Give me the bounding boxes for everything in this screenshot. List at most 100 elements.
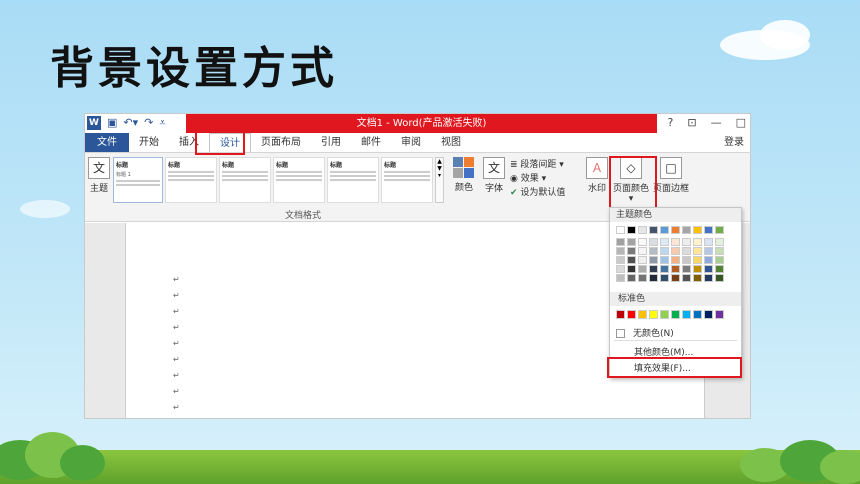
sign-in-link[interactable]: 登录 bbox=[724, 133, 744, 152]
theme-color-swatch[interactable] bbox=[693, 265, 702, 273]
theme-color-swatch[interactable] bbox=[715, 226, 724, 234]
theme-color-swatch[interactable] bbox=[616, 238, 625, 246]
style-thumbnail[interactable]: 标题 bbox=[165, 157, 217, 203]
theme-color-swatch[interactable] bbox=[638, 226, 647, 234]
tab-references[interactable]: 引用 bbox=[311, 133, 351, 152]
set-default-button[interactable]: ✔ 设为默认值 bbox=[510, 186, 565, 200]
theme-color-swatch[interactable] bbox=[682, 247, 691, 255]
theme-color-swatch[interactable] bbox=[616, 265, 625, 273]
theme-color-swatch[interactable] bbox=[671, 256, 680, 264]
theme-color-swatch[interactable] bbox=[649, 238, 658, 246]
theme-color-swatch[interactable] bbox=[627, 226, 636, 234]
themes-button[interactable]: 文 主题 bbox=[87, 157, 111, 194]
theme-color-swatch[interactable] bbox=[616, 256, 625, 264]
theme-color-swatch[interactable] bbox=[671, 226, 680, 234]
effects-button[interactable]: ◉ 效果 ▾ bbox=[510, 172, 565, 186]
theme-color-swatch[interactable] bbox=[704, 226, 713, 234]
theme-color-swatch[interactable] bbox=[660, 238, 669, 246]
theme-color-swatch[interactable] bbox=[704, 265, 713, 273]
theme-color-swatch[interactable] bbox=[693, 226, 702, 234]
tab-review[interactable]: 审阅 bbox=[391, 133, 431, 152]
theme-color-swatch[interactable] bbox=[616, 226, 625, 234]
theme-color-swatch[interactable] bbox=[660, 256, 669, 264]
standard-color-swatch[interactable] bbox=[638, 310, 647, 319]
theme-color-swatch[interactable] bbox=[660, 226, 669, 234]
tab-home[interactable]: 开始 bbox=[129, 133, 169, 152]
no-color-option[interactable]: 无颜色(N) bbox=[616, 326, 674, 339]
theme-color-swatch[interactable] bbox=[715, 265, 724, 273]
theme-color-swatch[interactable] bbox=[627, 247, 636, 255]
tab-view[interactable]: 视图 bbox=[431, 133, 471, 152]
undo-icon[interactable]: ↶▾ bbox=[123, 116, 138, 130]
style-thumbnail[interactable]: 标题 bbox=[381, 157, 433, 203]
tab-file[interactable]: 文件 bbox=[85, 133, 129, 152]
minimize-icon[interactable]: — bbox=[711, 116, 722, 129]
theme-color-swatch[interactable] bbox=[638, 274, 647, 282]
page-borders-button[interactable]: □ 页面边框 bbox=[653, 157, 689, 194]
tab-page-layout[interactable]: 页面布局 bbox=[251, 133, 311, 152]
standard-color-swatch[interactable] bbox=[693, 310, 702, 319]
theme-color-swatch[interactable] bbox=[715, 247, 724, 255]
standard-color-swatch[interactable] bbox=[660, 310, 669, 319]
standard-color-swatch[interactable] bbox=[649, 310, 658, 319]
watermark-button[interactable]: A 水印 bbox=[585, 157, 609, 194]
standard-color-swatch[interactable] bbox=[682, 310, 691, 319]
style-thumbnail[interactable]: 标题 bbox=[219, 157, 271, 203]
theme-color-swatch[interactable] bbox=[682, 265, 691, 273]
theme-color-swatch[interactable] bbox=[627, 256, 636, 264]
theme-color-swatch[interactable] bbox=[616, 274, 625, 282]
theme-color-swatch[interactable] bbox=[715, 256, 724, 264]
theme-color-swatch[interactable] bbox=[616, 247, 625, 255]
tab-mailings[interactable]: 邮件 bbox=[351, 133, 391, 152]
theme-color-swatch[interactable] bbox=[671, 238, 680, 246]
theme-color-swatch[interactable] bbox=[682, 256, 691, 264]
fonts-button[interactable]: 文 字体 bbox=[481, 157, 507, 194]
ribbon-display-icon[interactable]: ⊡ bbox=[687, 116, 696, 129]
standard-color-swatch[interactable] bbox=[616, 310, 625, 319]
paragraph-spacing-button[interactable]: ≣ 段落间距 ▾ bbox=[510, 158, 565, 172]
help-icon[interactable]: ? bbox=[668, 116, 674, 129]
colors-button[interactable]: 颜色 bbox=[451, 157, 477, 193]
save-icon[interactable]: ▣ bbox=[107, 116, 117, 130]
theme-color-swatch[interactable] bbox=[649, 256, 658, 264]
theme-color-swatch[interactable] bbox=[649, 274, 658, 282]
theme-color-swatch[interactable] bbox=[671, 247, 680, 255]
theme-color-swatch[interactable] bbox=[715, 238, 724, 246]
theme-color-swatch[interactable] bbox=[638, 247, 647, 255]
theme-color-swatch[interactable] bbox=[682, 238, 691, 246]
customize-qat-icon[interactable]: ⩡ bbox=[159, 116, 165, 130]
theme-color-swatch[interactable] bbox=[693, 274, 702, 282]
standard-color-swatch[interactable] bbox=[704, 310, 713, 319]
theme-color-swatch[interactable] bbox=[704, 274, 713, 282]
theme-color-swatch[interactable] bbox=[638, 238, 647, 246]
style-thumbnail[interactable]: 标题 bbox=[273, 157, 325, 203]
theme-color-swatch[interactable] bbox=[627, 238, 636, 246]
style-thumbnail[interactable]: 标题 bbox=[327, 157, 379, 203]
redo-icon[interactable]: ↷ bbox=[144, 116, 153, 130]
theme-color-swatch[interactable] bbox=[638, 256, 647, 264]
theme-color-swatch[interactable] bbox=[660, 274, 669, 282]
standard-color-swatch[interactable] bbox=[671, 310, 680, 319]
theme-color-swatch[interactable] bbox=[715, 274, 724, 282]
theme-color-swatch[interactable] bbox=[682, 226, 691, 234]
theme-color-swatch[interactable] bbox=[627, 265, 636, 273]
standard-color-swatch[interactable] bbox=[627, 310, 636, 319]
theme-color-swatch[interactable] bbox=[649, 226, 658, 234]
theme-color-swatch[interactable] bbox=[704, 247, 713, 255]
theme-color-swatch[interactable] bbox=[682, 274, 691, 282]
theme-color-swatch[interactable] bbox=[638, 265, 647, 273]
theme-color-swatch[interactable] bbox=[671, 265, 680, 273]
theme-color-swatch[interactable] bbox=[704, 238, 713, 246]
theme-color-swatch[interactable] bbox=[693, 247, 702, 255]
theme-color-swatch[interactable] bbox=[660, 247, 669, 255]
maximize-icon[interactable]: □ bbox=[736, 116, 746, 129]
theme-color-swatch[interactable] bbox=[693, 256, 702, 264]
theme-color-swatch[interactable] bbox=[693, 238, 702, 246]
theme-color-swatch[interactable] bbox=[649, 247, 658, 255]
style-thumbnail[interactable]: 标题 标题 1 bbox=[113, 157, 163, 203]
standard-color-swatch[interactable] bbox=[715, 310, 724, 319]
theme-color-swatch[interactable] bbox=[704, 256, 713, 264]
gallery-scroll[interactable]: ▲ ▼ ▾ bbox=[435, 157, 444, 203]
theme-color-swatch[interactable] bbox=[660, 265, 669, 273]
theme-color-swatch[interactable] bbox=[627, 274, 636, 282]
